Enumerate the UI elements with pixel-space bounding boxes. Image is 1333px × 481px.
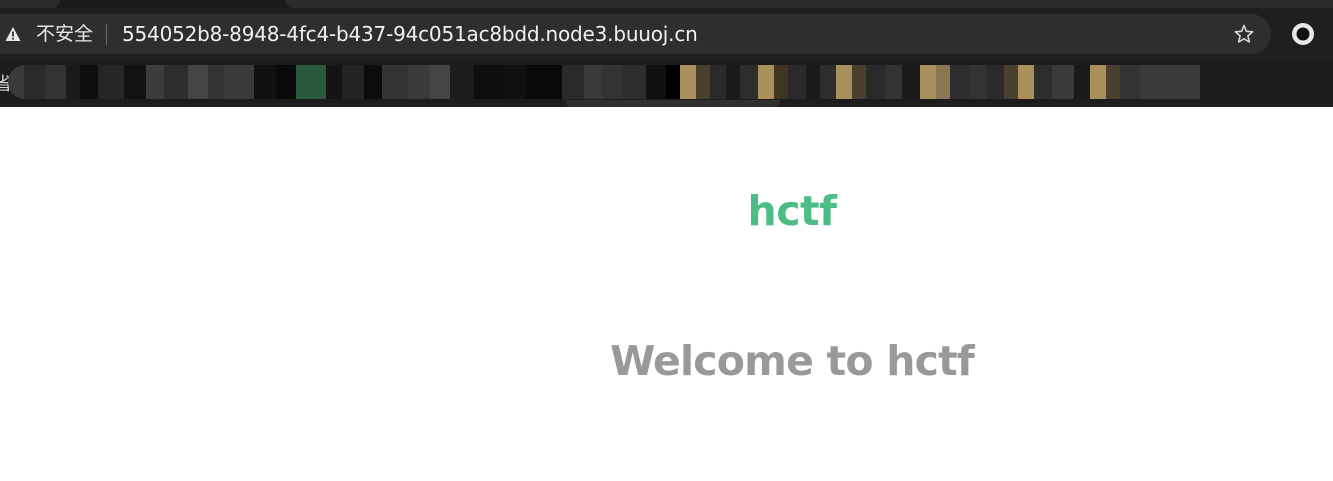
page-content: hctf Welcome to hctf bbox=[0, 107, 1333, 481]
url-text[interactable]: 554052b8-8948-4fc4-b437-94c051ac8bdd.nod… bbox=[122, 22, 698, 46]
site-title: hctf bbox=[747, 187, 837, 235]
address-bar-divider bbox=[106, 24, 107, 45]
bookmarks-pixelated[interactable] bbox=[8, 65, 1328, 99]
profile-circle-icon[interactable] bbox=[1290, 21, 1316, 47]
warning-triangle-icon[interactable] bbox=[5, 26, 21, 42]
bookmarks-bar: 省 bbox=[0, 62, 1333, 103]
tab-strip bbox=[0, 0, 1333, 8]
star-icon[interactable] bbox=[1233, 23, 1255, 45]
security-status-label[interactable]: 不安全 bbox=[36, 23, 93, 45]
tab-right[interactable] bbox=[285, 0, 1333, 8]
tab-left[interactable] bbox=[0, 0, 60, 8]
browser-chrome: 不安全 554052b8-8948-4fc4-b437-94c051ac8bdd… bbox=[0, 0, 1333, 108]
welcome-heading: Welcome to hctf bbox=[610, 337, 975, 385]
address-bar[interactable]: 不安全 554052b8-8948-4fc4-b437-94c051ac8bdd… bbox=[0, 14, 1271, 54]
